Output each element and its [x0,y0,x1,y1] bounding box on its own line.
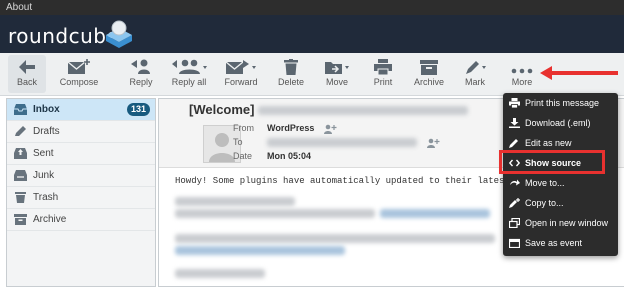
menu-item-label: Open in new window [525,218,609,228]
forward-label: Forward [224,77,258,87]
add-contact-icon[interactable] [323,124,337,134]
arrow-left-icon [19,60,35,74]
more-button[interactable]: More [499,55,545,87]
printer-icon [374,59,392,75]
print-button[interactable]: Print [360,55,406,87]
reply-label: Reply [129,77,153,87]
window-title: About [6,2,33,13]
calendar-icon [509,238,520,248]
annotation-arrow-icon [540,66,618,80]
to-value-redacted [267,138,417,148]
forward-icon [225,60,256,74]
move-label: Move [325,77,348,87]
menu-item-label: Move to... [525,178,565,188]
window-titlebar: About [0,0,624,15]
more-label: More [511,77,533,87]
unread-count-badge: 131 [126,103,150,116]
reply-all-icon [172,59,207,74]
archive-box-icon [420,60,438,75]
message-toolbar: Back Compose Reply Reply all Forward Del… [0,53,624,96]
menu-item-print[interactable]: Print this message [503,93,618,113]
message-body-redacted [175,269,265,279]
archive-button[interactable]: Archive [406,55,452,87]
date-label: Date [233,151,253,161]
delete-label: Delete [277,77,304,87]
trash-icon [284,59,298,75]
menu-item-open-new-window[interactable]: Open in new window [503,213,618,233]
folder-inbox[interactable]: Inbox 131 [7,99,155,121]
message-body-redacted [175,246,345,256]
reply-button[interactable]: Reply [118,55,164,87]
compose-button[interactable]: Compose [56,55,102,87]
folder-label: Junk [33,170,55,181]
to-row [267,137,440,148]
message-subject: [Welcome] [189,102,469,117]
print-label: Print [373,77,393,87]
reply-all-label: Reply all [171,77,207,87]
archive-label: Archive [413,77,444,87]
menu-item-label: Save as event [525,238,583,248]
reply-icon [131,59,150,74]
more-dots-icon [511,68,533,74]
message-body-redacted [175,209,491,219]
compose-envelope-icon [67,59,90,74]
folder-label: Drafts [33,126,60,137]
forward-button[interactable]: Forward [218,55,264,87]
from-value[interactable]: WordPress [267,123,314,133]
folder-drafts[interactable]: Drafts [7,121,155,143]
junk-icon [14,170,27,181]
folder-label: Trash [33,192,59,203]
pen-mark-icon [466,61,486,74]
folder-trash[interactable]: Trash [7,187,155,209]
menu-item-copy-to[interactable]: Copy to... [503,193,618,213]
folder-list: Inbox 131 Drafts Sent Junk Trash Archive [6,98,156,287]
to-label: To [233,137,243,147]
trash-icon [15,192,26,203]
menu-item-download[interactable]: Download (.eml) [503,113,618,133]
folder-archive[interactable]: Archive [7,209,155,231]
back-button[interactable]: Back [4,55,50,87]
pencil-icon [15,126,26,136]
copy-icon [509,198,520,208]
edit-icon [509,139,518,148]
from-label: From [233,123,254,133]
menu-item-label: Print this message [525,98,600,108]
inbox-icon [14,104,27,115]
reply-all-button[interactable]: Reply all [166,55,212,87]
menu-item-label: Download (.eml) [525,118,591,128]
menu-item-move-to[interactable]: Move to... [503,173,618,193]
move-button[interactable]: Move [314,55,360,87]
new-window-icon [509,218,520,228]
subject-prefix: [Welcome] [189,102,255,117]
menu-item-label: Copy to... [525,198,564,208]
folder-junk[interactable]: Junk [7,165,155,187]
mark-label: Mark [465,77,485,87]
folder-label: Sent [33,148,54,159]
delete-button[interactable]: Delete [268,55,314,87]
download-icon [509,118,520,128]
message-body-redacted [175,197,295,207]
from-row: WordPress [267,123,337,134]
compose-label: Compose [59,77,99,87]
roundcube-logo-icon [106,20,132,48]
folder-sent[interactable]: Sent [7,143,155,165]
archive-icon [14,214,27,225]
message-body-line: Howdy! Some plugins have automatically u… [175,176,532,186]
more-actions-menu: Print this message Download (.eml) Edit … [503,93,618,256]
app-header: roundcube [0,15,624,53]
add-contact-icon[interactable] [426,138,440,148]
move-icon [510,179,520,186]
subject-redacted [258,106,469,116]
folder-move-icon [325,62,349,74]
back-label: Back [16,77,37,87]
menu-item-save-as-event[interactable]: Save as event [503,233,618,253]
print-icon [509,98,520,108]
message-body-redacted [175,234,495,244]
folder-label: Archive [33,214,67,225]
mark-button[interactable]: Mark [452,55,498,87]
sent-icon [14,148,27,159]
date-value: Mon 05:04 [267,151,312,161]
folder-label: Inbox [33,104,60,115]
show-source-highlight [499,150,605,174]
